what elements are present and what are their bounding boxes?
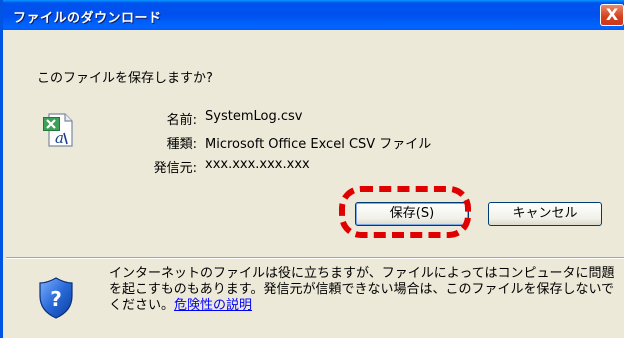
svg-text:?: ?: [50, 287, 62, 311]
svg-text:a: a: [55, 129, 64, 147]
type-label: 種類:: [166, 137, 197, 152]
warning-message: インターネットのファイルは役に立ちますが、ファイルによってはコンピュータに問題を…: [109, 266, 617, 314]
file-name: SystemLog.csv: [205, 109, 303, 124]
file-source: xxx.xxx.xxx.xxx: [205, 157, 310, 172]
divider: [6, 257, 624, 259]
close-icon: X: [605, 5, 619, 24]
save-button-highlight: [339, 186, 471, 238]
excel-csv-file-icon: a: [43, 113, 73, 147]
security-shield-question-icon: ?: [39, 277, 73, 319]
file-type: Microsoft Office Excel CSV ファイル: [205, 137, 432, 152]
save-question: このファイルを保存しますか?: [37, 71, 213, 86]
cancel-button[interactable]: キャンセル: [488, 202, 602, 226]
title-bar[interactable]: ファイルのダウンロード X: [3, 0, 624, 30]
name-label: 名前:: [166, 113, 197, 128]
window-title: ファイルのダウンロード: [13, 11, 162, 26]
close-button[interactable]: X: [600, 4, 624, 26]
file-download-dialog: ファイルのダウンロード X このファイルを保存しますか? a 名前: Syste…: [0, 0, 624, 338]
source-label: 発信元:: [153, 161, 197, 176]
risk-explanation-link[interactable]: 危険性の説明: [174, 298, 252, 313]
